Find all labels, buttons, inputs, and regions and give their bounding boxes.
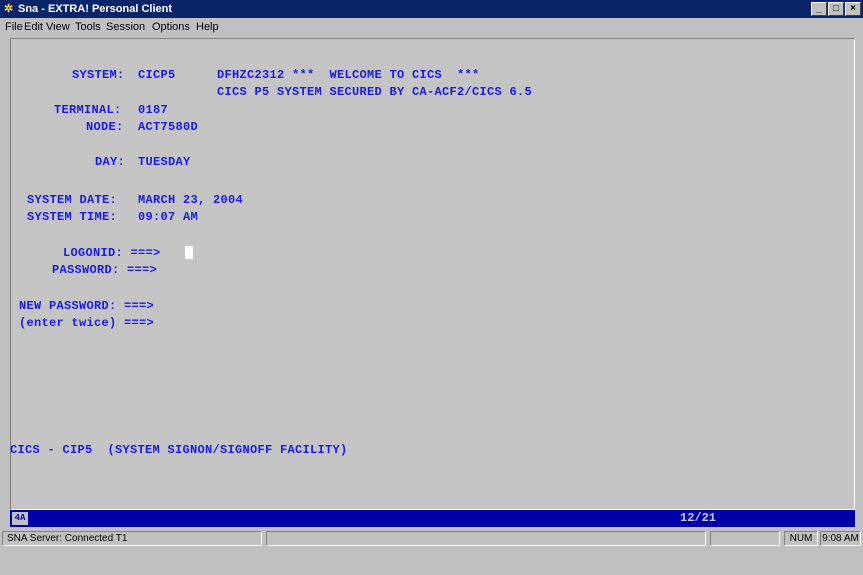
- connection-status: SNA Server: Connected T1: [2, 531, 262, 546]
- logonid-label: LOGONID: ===>: [63, 246, 161, 260]
- node-value: ACT7580D: [138, 120, 199, 134]
- menu-file[interactable]: File: [5, 21, 23, 33]
- status-pane-empty: [266, 531, 706, 546]
- system-date-value: MARCH 23, 2004: [138, 193, 244, 207]
- system-label: SYSTEM:: [72, 68, 125, 82]
- menu-help[interactable]: Help: [196, 21, 219, 33]
- terminal-label: TERMINAL:: [54, 103, 122, 117]
- system-time-value: 09:07 AM: [138, 210, 199, 224]
- password-label: PASSWORD: ===>: [52, 263, 158, 277]
- menu-bar: File Edit View Tools Session Options Hel…: [0, 18, 863, 36]
- menu-options[interactable]: Options: [152, 21, 190, 33]
- node-label: NODE:: [86, 120, 124, 134]
- window-title: Sna - EXTRA! Personal Client: [18, 3, 173, 15]
- system-value: CICP5: [138, 68, 176, 82]
- security-message: CICS P5 SYSTEM SECURED BY CA-ACF2/CICS 6…: [217, 85, 533, 99]
- window-controls: _ □ ×: [810, 2, 861, 16]
- num-lock-indicator: NUM: [784, 531, 818, 546]
- system-time-label: SYSTEM TIME:: [27, 210, 118, 224]
- new-password-label: NEW PASSWORD: ===>: [19, 299, 155, 313]
- enter-twice-label: (enter twice) ===>: [19, 316, 155, 330]
- session-marker: 4A: [12, 512, 28, 525]
- operator-info-area: 4A 12/21: [10, 510, 855, 527]
- menu-session[interactable]: Session: [106, 21, 145, 33]
- title-bar: ✲ Sna - EXTRA! Personal Client _ □ ×: [0, 0, 863, 18]
- day-label: DAY:: [95, 155, 126, 169]
- extra-app-icon[interactable]: ✲: [4, 3, 16, 15]
- terminal-value: 0187: [138, 103, 169, 117]
- status-pane-empty-2: [710, 531, 780, 546]
- clock: 9:08 AM: [820, 531, 861, 546]
- system-date-label: SYSTEM DATE:: [27, 193, 118, 207]
- close-button[interactable]: ×: [845, 2, 861, 16]
- welcome-message: DFHZC2312 *** WELCOME TO CICS ***: [217, 68, 480, 82]
- menu-tools[interactable]: Tools: [75, 21, 101, 33]
- cursor-position: 12/21: [680, 511, 717, 525]
- minimize-button[interactable]: _: [811, 2, 827, 16]
- menu-edit[interactable]: Edit: [24, 21, 43, 33]
- status-bar: SNA Server: Connected T1 NUM 9:08 AM: [0, 530, 863, 575]
- logonid-input[interactable]: [185, 246, 193, 259]
- maximize-button[interactable]: □: [828, 2, 844, 16]
- day-value: TUESDAY: [138, 155, 191, 169]
- facility-footer: CICS - CIP5 (SYSTEM SIGNON/SIGNOFF FACIL…: [10, 443, 348, 457]
- menu-view[interactable]: View: [46, 21, 70, 33]
